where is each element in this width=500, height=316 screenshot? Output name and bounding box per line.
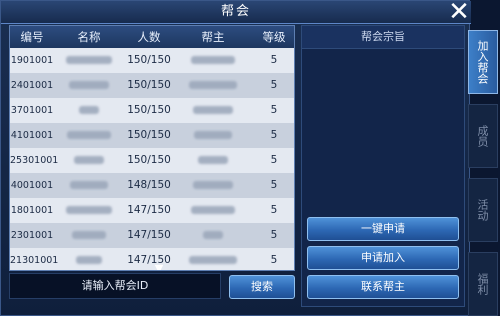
table-row[interactable]: 4001001 148/150 5 <box>10 173 294 198</box>
table-row[interactable]: 2301001 147/150 5 <box>10 223 294 248</box>
guild-window: 帮会 编号 名称 人数 帮主 等级 1901001 150/150 5 2401001… <box>0 0 471 316</box>
table-row[interactable]: 1801001 147/150 5 <box>10 198 294 223</box>
guild-members: 147/150 <box>127 229 171 241</box>
guild-leader <box>174 223 252 248</box>
quick-apply-button[interactable]: 一键申请 <box>307 217 459 241</box>
guild-members: 150/150 <box>127 129 171 141</box>
table-row[interactable]: 25301001 150/150 5 <box>10 148 294 173</box>
guild-members: 150/150 <box>127 154 171 166</box>
guild-level: 5 <box>270 204 278 216</box>
guild-leader <box>174 123 252 148</box>
guild-name <box>54 123 124 148</box>
guild-level: 5 <box>270 229 278 241</box>
guild-members: 150/150 <box>127 54 171 66</box>
guild-leader <box>174 98 252 123</box>
close-icon[interactable]: ✕ <box>445 0 473 25</box>
guild-id: 25301001 <box>10 155 59 166</box>
chevron-down-icon[interactable]: ▼ <box>153 263 165 270</box>
guild-id-input[interactable]: 请输入帮会ID <box>9 273 221 299</box>
guild-level: 5 <box>270 79 278 91</box>
guild-id: 21301001 <box>10 255 59 266</box>
guild-name <box>54 98 124 123</box>
guild-id: 3701001 <box>10 105 54 116</box>
guild-members: 150/150 <box>127 104 171 116</box>
table-row[interactable]: 2401001 150/150 5 <box>10 73 294 98</box>
guild-id: 2401001 <box>10 80 54 91</box>
header-leader: 帮主 <box>201 30 225 44</box>
guild-members: 147/150 <box>127 204 171 216</box>
tab-members[interactable]: 成员 <box>468 104 498 168</box>
tab-activities[interactable]: 活动 <box>468 178 498 242</box>
guild-members: 148/150 <box>127 179 171 191</box>
window-title: 帮会 <box>220 4 251 19</box>
table-row[interactable]: 3701001 150/150 5 <box>10 98 294 123</box>
guild-id: 2301001 <box>10 230 54 241</box>
guild-name <box>54 48 124 73</box>
search-button[interactable]: 搜索 <box>229 275 295 299</box>
guild-id: 4001001 <box>10 180 54 191</box>
tab-welfare[interactable]: 福利 <box>468 252 498 316</box>
guild-leader <box>174 198 252 223</box>
header-level: 等级 <box>262 30 286 44</box>
header-name: 名称 <box>77 30 101 44</box>
contact-leader-button[interactable]: 联系帮主 <box>307 275 459 299</box>
header-members: 人数 <box>137 30 161 44</box>
guild-leader <box>174 148 252 173</box>
guild-name <box>54 173 124 198</box>
guild-leader <box>174 173 252 198</box>
guild-level: 5 <box>270 154 278 166</box>
guild-name <box>54 248 124 270</box>
apply-join-button[interactable]: 申请加入 <box>307 246 459 270</box>
tab-join-guild[interactable]: 加入帮会 <box>468 30 498 94</box>
guild-members: 147/150 <box>127 254 171 266</box>
header-id: 编号 <box>20 30 44 44</box>
guild-level: 5 <box>270 54 278 66</box>
panel-title: 帮会宗旨 <box>302 26 464 49</box>
guild-members: 150/150 <box>127 79 171 91</box>
guild-name <box>54 198 124 223</box>
guild-level: 5 <box>270 104 278 116</box>
table-row[interactable]: 4101001 150/150 5 <box>10 123 294 148</box>
guild-leader <box>174 248 252 270</box>
guild-table: 编号 名称 人数 帮主 等级 1901001 150/150 5 2401001 150… <box>9 25 295 271</box>
guild-name <box>54 148 124 173</box>
table-row[interactable]: 1901001 150/150 5 <box>10 48 294 73</box>
guild-id: 1901001 <box>10 55 54 66</box>
guild-id: 1801001 <box>10 205 54 216</box>
guild-leader <box>174 73 252 98</box>
guild-name <box>54 73 124 98</box>
guild-name <box>54 223 124 248</box>
guild-level: 5 <box>270 179 278 191</box>
side-tab-bar: 加入帮会 成员 活动 福利 <box>468 30 500 316</box>
guild-level: 5 <box>270 129 278 141</box>
table-header: 编号 名称 人数 帮主 等级 <box>10 26 294 48</box>
guild-level: 5 <box>270 254 278 266</box>
guild-leader <box>174 48 252 73</box>
guild-id: 4101001 <box>10 130 54 141</box>
